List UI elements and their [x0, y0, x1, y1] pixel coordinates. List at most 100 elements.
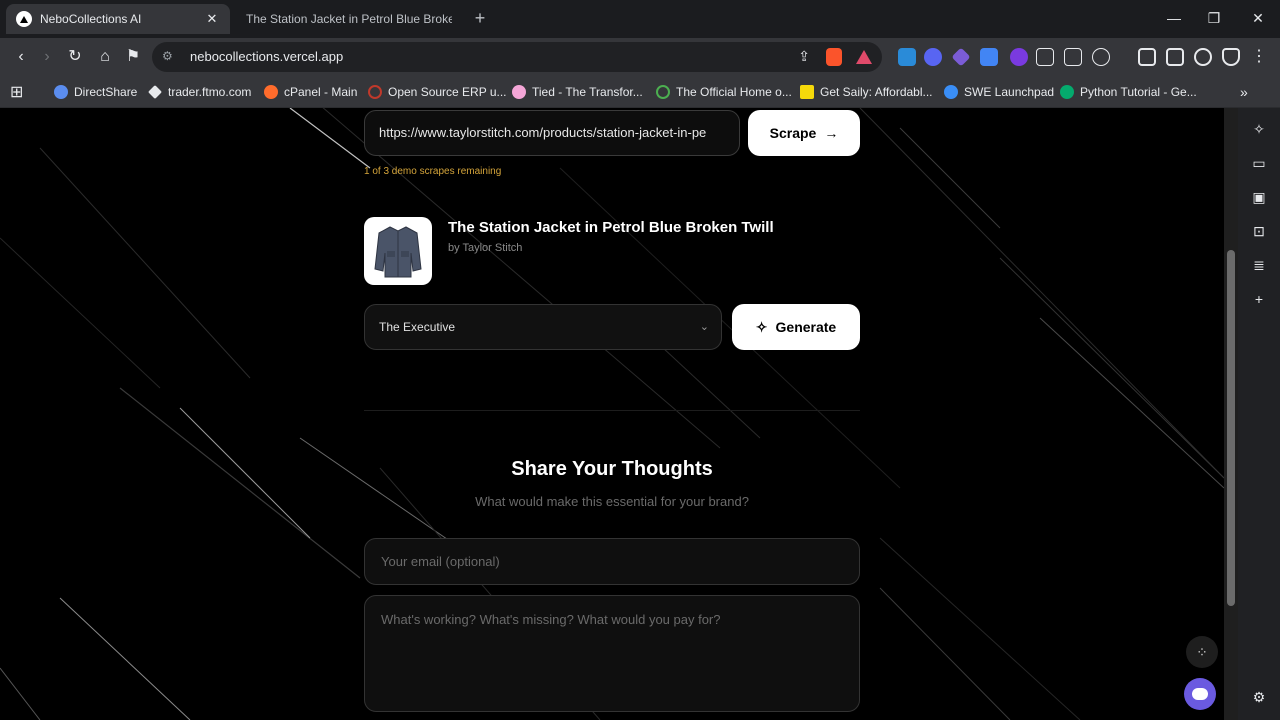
tab-station-jacket[interactable]: The Station Jacket in Petrol Blue Broken… — [236, 4, 462, 34]
sidebar-toggle-icon[interactable] — [1138, 48, 1156, 66]
generate-button[interactable]: ✧ Generate — [732, 304, 860, 350]
style-select-value: The Executive — [379, 320, 456, 334]
close-icon[interactable]: ✕ — [204, 11, 220, 27]
bookmark-item[interactable]: SWE Launchpad — [944, 82, 1054, 102]
bookmark-label: SWE Launchpad — [964, 85, 1055, 99]
bookmark-icon[interactable]: ⚑ — [122, 46, 144, 68]
browser-side-panel: ✧ ▭ ▣ ⊡ ≣ + ⚙ — [1238, 108, 1280, 720]
tab-nebocollections[interactable]: NeboCollections AI ✕ — [6, 4, 230, 34]
grid-menu-icon[interactable]: ⁘ — [1186, 636, 1218, 668]
minimize-icon[interactable]: — — [1164, 8, 1184, 28]
home-icon[interactable]: ⌂ — [94, 46, 116, 68]
bookmark-label: The Official Home o... — [676, 85, 792, 99]
maximize-icon[interactable]: ❐ — [1204, 8, 1224, 28]
product-title: The Station Jacket in Petrol Blue Broken… — [448, 219, 774, 236]
settings-gear-icon[interactable]: ⚙ — [1250, 688, 1268, 706]
bookmark-label: trader.ftmo.com — [168, 85, 252, 99]
w3schools-icon — [1060, 85, 1074, 99]
extension-icon[interactable] — [924, 48, 942, 66]
vpn-shield-icon[interactable] — [1222, 48, 1240, 66]
reload-icon[interactable]: ↻ — [64, 46, 86, 68]
cpanel-icon — [264, 85, 278, 99]
extensions-puzzle-icon[interactable] — [1036, 48, 1054, 66]
official-home-icon — [656, 85, 670, 99]
bookmark-label: Open Source ERP u... — [388, 85, 507, 99]
site-settings-icon[interactable]: ⚙ — [162, 49, 178, 65]
tab-title: The Station Jacket in Petrol Blue Broken… — [246, 12, 452, 26]
bookmark-label: Python Tutorial - Ge... — [1080, 85, 1197, 99]
brave-rewards-icon[interactable] — [856, 50, 872, 64]
feedback-title: Share Your Thoughts — [511, 458, 713, 480]
erp-icon — [368, 85, 382, 99]
feedback-textarea[interactable]: What's working? What's missing? What wou… — [364, 595, 860, 712]
generate-button-label: Generate — [775, 319, 837, 335]
section-divider — [364, 410, 860, 411]
tab-strip: NeboCollections AI ✕ The Station Jacket … — [0, 0, 1280, 38]
address-text: nebocollections.vercel.app — [190, 49, 344, 64]
directshare-icon — [54, 85, 68, 99]
tied-icon — [512, 85, 526, 99]
nebo-logo-icon — [16, 11, 32, 27]
ftmo-icon — [148, 85, 162, 99]
translate-extension-icon[interactable] — [980, 48, 998, 66]
wallet-icon[interactable] — [1166, 48, 1184, 66]
swe-launchpad-icon — [944, 85, 958, 99]
bookmark-item[interactable]: DirectShare — [54, 82, 137, 102]
share-icon[interactable]: ⇪ — [798, 48, 810, 65]
bookmarks-bar: ⊞ DirectShare trader.ftmo.com cPanel - M… — [0, 76, 1280, 108]
feedback-subtitle: What would make this essential for your … — [475, 494, 749, 509]
scrape-button[interactable]: Scrape → — [748, 110, 860, 156]
bookmark-label: cPanel - Main — [284, 85, 358, 99]
back-icon[interactable]: ‹ — [10, 46, 32, 68]
bookmark-item[interactable]: The Official Home o... — [656, 82, 792, 102]
extension-icon[interactable] — [1010, 48, 1028, 66]
page-viewport: https://www.taylorstitch.com/products/st… — [0, 108, 1224, 720]
remaining-scrapes-text: 1 of 3 demo scrapes remaining — [364, 166, 502, 177]
email-field[interactable]: Your email (optional) — [364, 538, 860, 585]
extension-icon[interactable] — [898, 48, 916, 66]
sparkles-icon: ✧ — [755, 318, 768, 335]
chat-bot-icon[interactable] — [1184, 678, 1216, 710]
product-thumbnail — [364, 217, 432, 285]
bookmark-label: DirectShare — [74, 85, 138, 99]
page-scrollbar[interactable] — [1224, 108, 1238, 720]
brave-shields-icon[interactable] — [826, 48, 842, 66]
browser-chrome: NeboCollections AI ✕ The Station Jacket … — [0, 0, 1280, 108]
product-url-input[interactable]: https://www.taylorstitch.com/products/st… — [364, 110, 740, 156]
reading-list-icon[interactable]: ≣ — [1250, 256, 1268, 274]
tab-title: NeboCollections AI — [40, 12, 142, 26]
key-icon[interactable] — [1092, 48, 1110, 66]
arrow-right-icon: → — [824, 125, 839, 141]
new-tab-button[interactable]: + — [470, 8, 490, 28]
leo-ai-icon[interactable] — [1194, 48, 1212, 66]
playlist-icon[interactable]: ▭ — [1250, 154, 1268, 172]
style-select[interactable]: The Executive ⌄ — [364, 304, 722, 350]
add-panel-icon[interactable]: + — [1250, 290, 1268, 308]
menu-icon[interactable]: ⋮ — [1248, 46, 1270, 68]
bookmark-label: Get Saily: Affordabl... — [820, 85, 933, 99]
scrollbar-thumb[interactable] — [1227, 250, 1235, 606]
forward-icon[interactable]: › — [36, 46, 58, 68]
address-bar[interactable]: ⚙ nebocollections.vercel.app ⇪ — [152, 42, 882, 72]
wallet-icon[interactable]: ▣ — [1250, 188, 1268, 206]
bookmark-item[interactable]: Python Tutorial - Ge... — [1060, 82, 1197, 102]
bookmark-label: Tied - The Transfor... — [532, 85, 643, 99]
bookmark-item[interactable]: trader.ftmo.com — [148, 82, 251, 102]
bookmarks-panel-icon[interactable]: ⊡ — [1250, 222, 1268, 240]
bookmark-item[interactable]: Get Saily: Affordabl... — [800, 82, 933, 102]
extension-icon[interactable] — [1064, 48, 1082, 66]
more-bookmarks-icon[interactable]: » — [1240, 82, 1248, 102]
navigation-bar: ‹ › ↻ ⌂ ⚑ ⚙ nebocollections.vercel.app ⇪… — [0, 38, 1280, 76]
saily-icon — [800, 85, 814, 99]
window-close-icon[interactable]: ✕ — [1248, 8, 1268, 28]
chevron-down-icon: ⌄ — [699, 321, 709, 333]
product-brand: by Taylor Stitch — [448, 242, 523, 254]
bookmark-item[interactable]: cPanel - Main — [264, 82, 357, 102]
leo-sparkle-icon[interactable]: ✧ — [1250, 120, 1268, 138]
bookmark-item[interactable]: Open Source ERP u... — [368, 82, 507, 102]
apps-grid-icon[interactable]: ⊞ — [10, 82, 23, 102]
extension-icon[interactable] — [951, 47, 971, 67]
bookmark-item[interactable]: Tied - The Transfor... — [512, 82, 643, 102]
scrape-button-label: Scrape — [769, 125, 817, 141]
jacket-image — [374, 226, 422, 278]
